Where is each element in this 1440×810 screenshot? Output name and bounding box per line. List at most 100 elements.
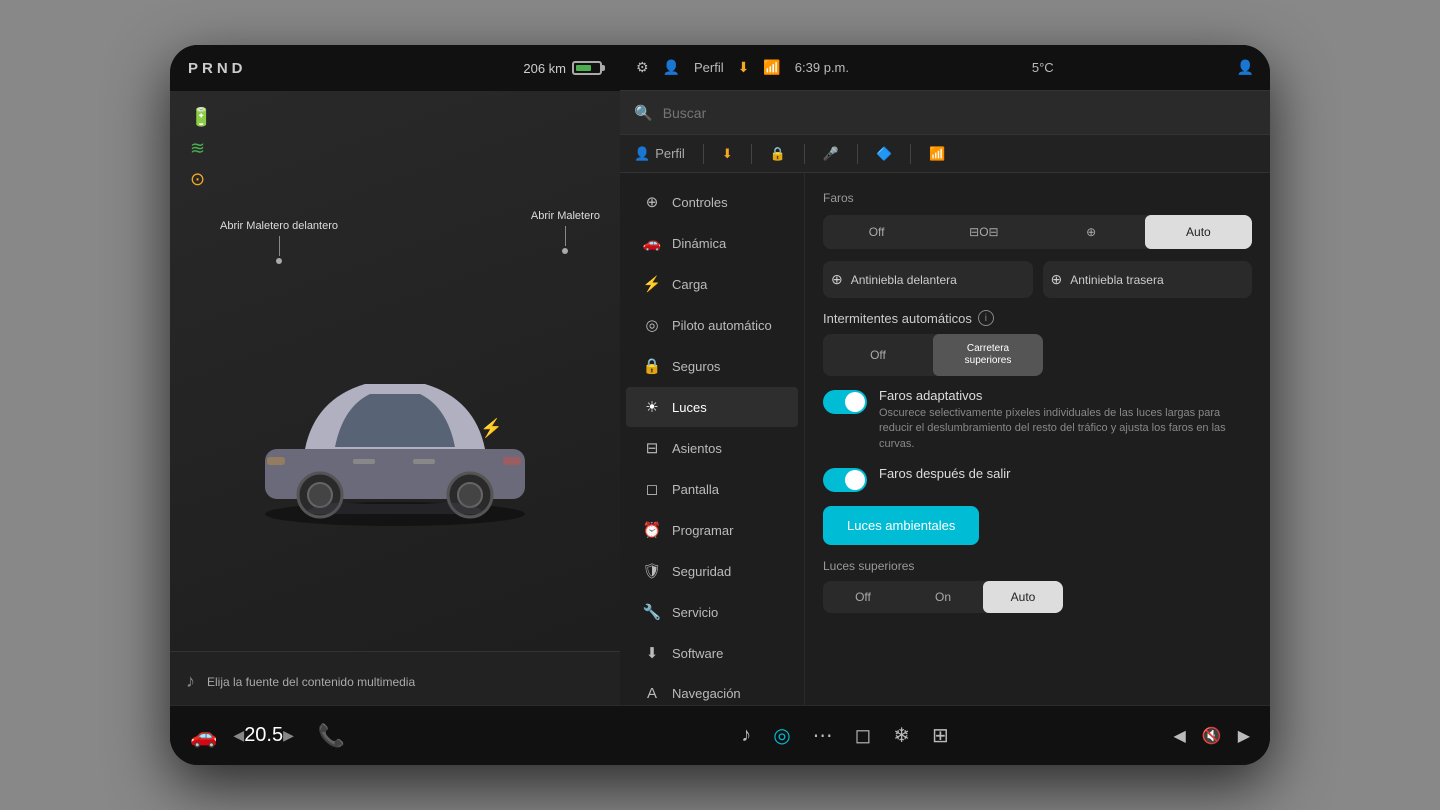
mic-icon: 🎤 (823, 146, 839, 162)
time-display: 6:39 p.m. (795, 60, 849, 75)
antiniebla-delantera-label: Antiniebla delantera (851, 273, 957, 287)
search-input[interactable] (663, 105, 1256, 121)
rear-trunk-text: Abrir Maletero (531, 210, 600, 222)
luces-sup-auto-btn[interactable]: Auto (983, 581, 1063, 613)
controles-label: Controles (672, 195, 728, 210)
right-panel: ⚙ 👤 Perfil ⬇ 📶 6:39 p.m. 5°C 👤 🔍 👤 Perfi… (620, 45, 1270, 765)
pantalla-icon: ◻ (642, 480, 662, 498)
icon-bar-divider-3 (804, 144, 805, 164)
faros-salir-toggle[interactable] (823, 468, 867, 492)
car-icon-taskbar[interactable]: 🚗 (190, 723, 217, 749)
sidebar-item-servicio[interactable]: 🔧 Servicio (626, 592, 798, 632)
taskbar-center: ♪ ◎ ⋯ ◻ ❄ ⊞ (620, 723, 1070, 748)
settings-content: Faros Off ⊟O⊟ ⊕ Auto ⊕ Antiniebla delant… (805, 173, 1270, 765)
profile-text-bar: Perfil (655, 146, 685, 161)
sidebar-item-asientos[interactable]: ⊟ Asientos (626, 428, 798, 468)
antiniebla-trasera-btn[interactable]: ⊕ Antiniebla trasera (1043, 261, 1253, 298)
car-illustration: ⚡ (235, 329, 555, 529)
asientos-label: Asientos (672, 441, 722, 456)
faros-low-btn[interactable]: ⊕ (1038, 215, 1145, 249)
faros-adaptativos-row: Faros adaptativos Oscurece selectivament… (823, 388, 1252, 452)
grid-taskbar-icon[interactable]: ⊞ (932, 723, 949, 748)
temperature-display: 20.5 (244, 724, 283, 747)
front-trunk-label[interactable]: Abrir Maletero delantero (220, 216, 338, 264)
status-icon-traction: ≋ (190, 138, 600, 159)
fan-taskbar-icon[interactable]: ❄ (893, 723, 910, 748)
antiniebla-delantera-btn[interactable]: ⊕ Antiniebla delantera (823, 261, 1033, 298)
phone-icon-taskbar[interactable]: 📞 (318, 723, 345, 749)
music-taskbar-icon[interactable]: ♪ (741, 724, 751, 747)
status-icon-tire: ⊙ (190, 169, 600, 190)
chevron-left-icon[interactable]: ◀ (1173, 726, 1185, 746)
sidebar-nav: ⊕ Controles 🚗 Dinámica ⚡ Carga ◎ Piloto … (620, 173, 805, 765)
faros-adaptativos-toggle[interactable] (823, 390, 867, 414)
carga-label: Carga (672, 277, 707, 292)
sidebar-item-software[interactable]: ⬇ Software (626, 633, 798, 673)
carga-icon: ⚡ (642, 275, 662, 293)
bluetooth-icon-bar: 🔷 (876, 146, 892, 162)
sidebar-item-pantalla[interactable]: ◻ Pantalla (626, 469, 798, 509)
settings-icon-top: ⚙ (636, 59, 649, 76)
seguros-icon: 🔒 (642, 357, 662, 375)
wifi-icon-top: 📶 (763, 59, 780, 76)
status-icons: 🔋 ≋ ⊙ (170, 91, 620, 206)
fog-front-icon: ⊕ (831, 271, 843, 288)
fog-rear-icon: ⊕ (1051, 271, 1063, 288)
controles-icon: ⊕ (642, 193, 662, 211)
download-icon-bar: ⬇ (722, 146, 733, 162)
faros-auto-btn[interactable]: Auto (1145, 215, 1252, 249)
temp-arrow-left: ◀ (233, 727, 244, 744)
luces-ambientales-btn[interactable]: Luces ambientales (823, 506, 979, 545)
dinamica-label: Dinámica (672, 236, 726, 251)
music-text: Elija la fuente del contenido multimedia (207, 675, 604, 689)
mic-icon-bar: 🎤 (823, 146, 839, 162)
luces-superiores-button-group: Off On Auto (823, 581, 1063, 613)
faros-off-btn[interactable]: Off (823, 215, 930, 249)
seguridad-label: Seguridad (672, 564, 731, 579)
dinamica-icon: 🚗 (642, 234, 662, 252)
chevron-right-icon[interactable]: ▶ (1238, 726, 1250, 746)
fog-row: ⊕ Antiniebla delantera ⊕ Antiniebla tras… (823, 261, 1252, 298)
mute-icon[interactable]: 🔇 (1202, 726, 1222, 746)
faros-adaptativos-desc: Oscurece selectivamente píxeles individu… (879, 406, 1252, 452)
intermitentes-section: Intermitentes automáticos i Off Carreter… (823, 310, 1252, 376)
battery-icon (572, 61, 602, 75)
luces-sup-on-btn[interactable]: On (903, 581, 983, 613)
rear-trunk-label[interactable]: Abrir Maletero (531, 206, 600, 254)
square-taskbar-icon[interactable]: ◻ (855, 723, 872, 748)
seguridad-icon: 🛡 (642, 562, 662, 580)
intermitentes-carretera-btn[interactable]: Carreterasuperiores (933, 334, 1043, 376)
intermitentes-button-group: Off Carreterasuperiores (823, 334, 1043, 376)
top-bar-left: PRND 206 km (170, 45, 620, 91)
luces-sup-off-btn[interactable]: Off (823, 581, 903, 613)
person-icon: 👤 (634, 146, 650, 162)
sidebar-item-programar[interactable]: ⏰ Programar (626, 510, 798, 550)
faros-button-group: Off ⊟O⊟ ⊕ Auto (823, 215, 1252, 249)
navegacion-icon: A (642, 685, 662, 702)
sidebar-item-luces[interactable]: ☀ Luces (626, 387, 798, 427)
icon-bar: 👤 Perfil ⬇ 🔒 🎤 🔷 📶 (620, 135, 1270, 173)
dots-taskbar-icon[interactable]: ⋯ (813, 723, 833, 748)
icon-bar-divider-2 (751, 144, 752, 164)
luces-icon: ☀ (642, 398, 662, 416)
antiniebla-trasera-label: Antiniebla trasera (1070, 273, 1163, 287)
lock-icon-bar: 🔒 (770, 146, 786, 162)
media-taskbar-icon[interactable]: ◎ (773, 723, 790, 748)
battery-info: 206 km (523, 61, 602, 76)
faros-title: Faros (823, 191, 1252, 205)
sidebar-item-dinamica[interactable]: 🚗 Dinámica (626, 223, 798, 263)
signal-icon: 📶 (929, 146, 945, 162)
intermitentes-off-btn[interactable]: Off (823, 334, 933, 376)
sidebar-item-controles[interactable]: ⊕ Controles (626, 182, 798, 222)
intermitentes-info-icon[interactable]: i (978, 310, 994, 326)
navegacion-label: Navegación (672, 686, 741, 701)
sidebar-item-piloto[interactable]: ◎ Piloto automático (626, 305, 798, 345)
faros-parking-btn[interactable]: ⊟O⊟ (930, 215, 1037, 249)
car-area: Abrir Maletero delantero Abrir Maletero (170, 206, 620, 651)
sidebar-item-seguros[interactable]: 🔒 Seguros (626, 346, 798, 386)
lock-icon: 🔒 (770, 146, 786, 162)
sidebar-item-carga[interactable]: ⚡ Carga (626, 264, 798, 304)
servicio-icon: 🔧 (642, 603, 662, 621)
faros-salir-text: Faros después de salir (879, 466, 1252, 484)
sidebar-item-seguridad[interactable]: 🛡 Seguridad (626, 551, 798, 591)
